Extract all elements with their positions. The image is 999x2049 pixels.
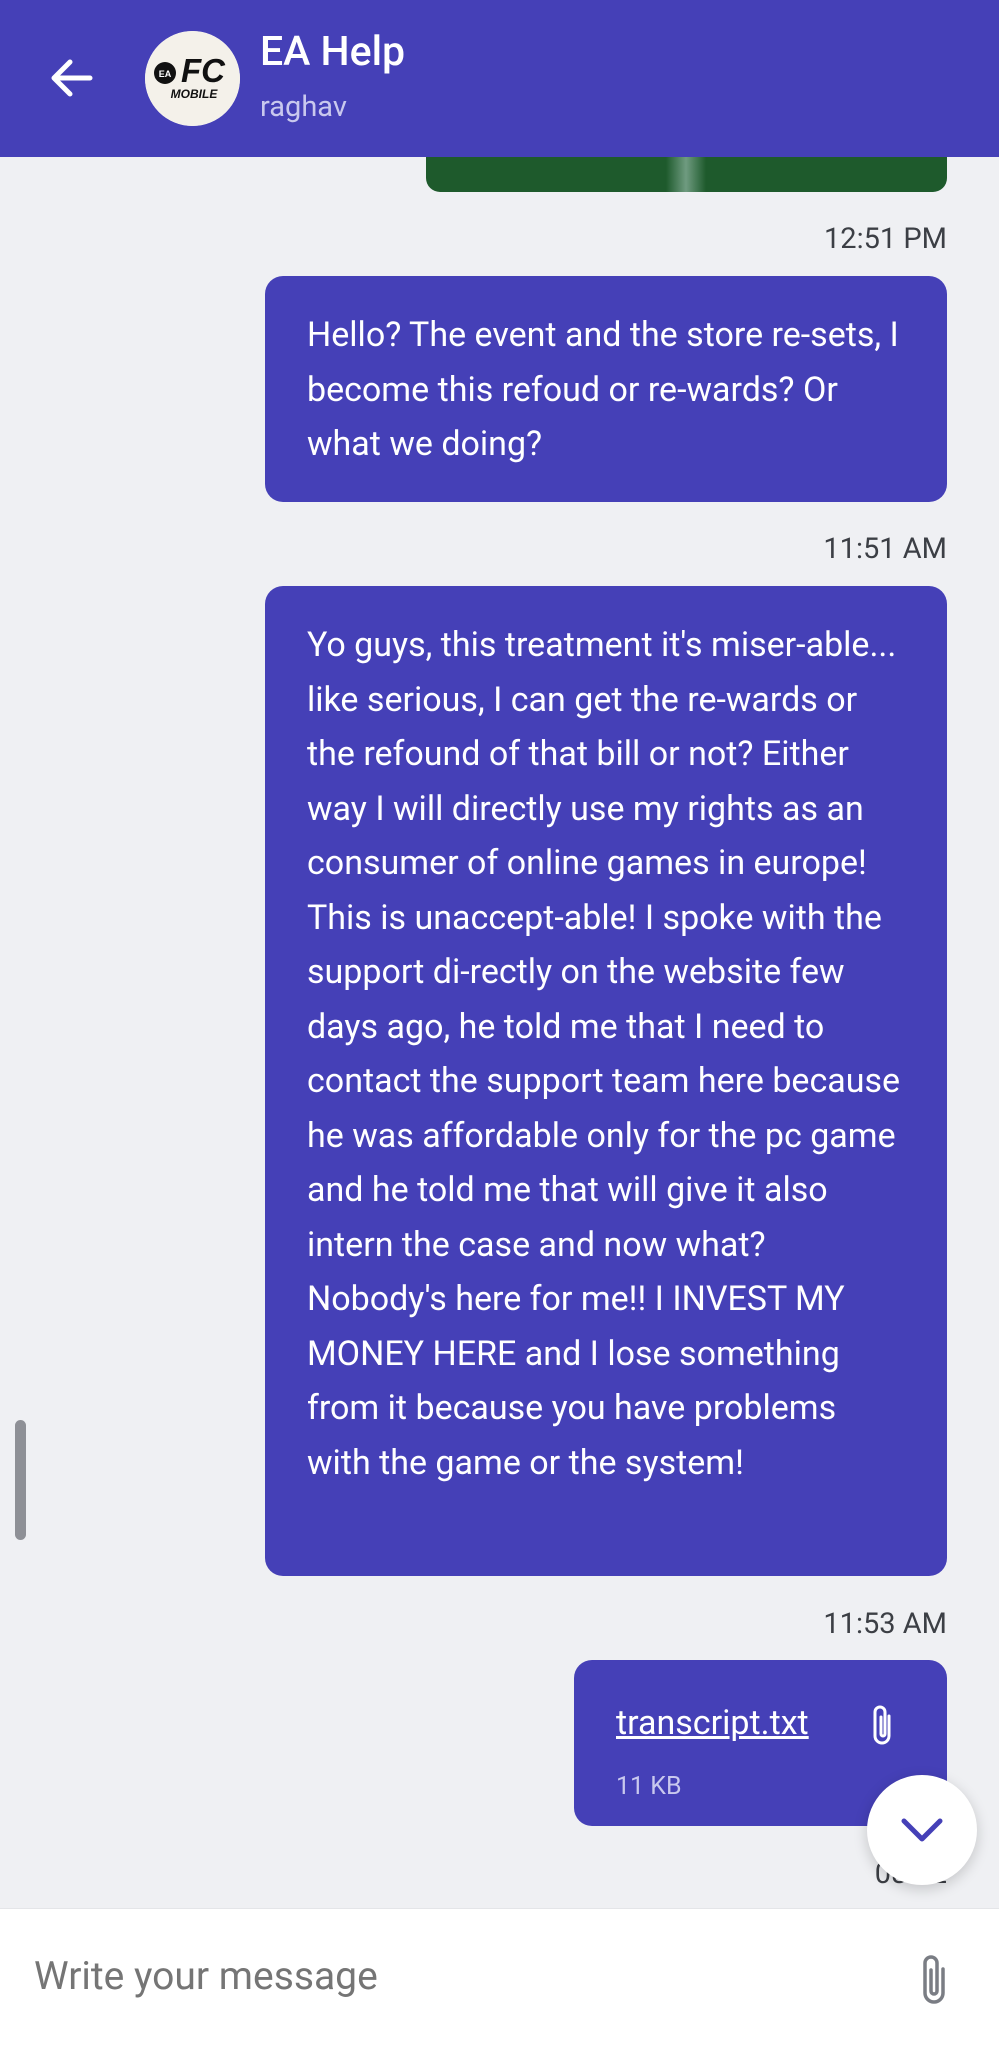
message-timestamp: 11:51 AM — [823, 532, 947, 566]
svg-text:FC: FC — [181, 52, 226, 89]
message-text: Hello? The event and the store re-sets, … — [307, 315, 899, 464]
chat-header: EA FC MOBILE EA Help raghav — [0, 0, 999, 157]
scrollbar-thumb[interactable] — [15, 1420, 26, 1540]
message-bubble: Yo guys, this treatment it's miser-able.… — [265, 586, 947, 1576]
svg-text:EA: EA — [159, 69, 172, 79]
scroll-to-bottom-button[interactable] — [867, 1775, 977, 1885]
fc-mobile-logo: EA FC MOBILE — [145, 31, 240, 126]
attach-file-button[interactable] — [913, 1951, 955, 2011]
attachment-file-name[interactable]: transcript.txt — [616, 1696, 809, 1751]
message-input[interactable] — [34, 1953, 834, 1999]
message-composer — [0, 1908, 999, 2049]
paperclip-icon — [923, 1955, 945, 2004]
message-text: Yo guys, this treatment it's miser-able.… — [307, 625, 901, 1483]
svg-text:MOBILE: MOBILE — [171, 87, 219, 101]
chat-subtitle: raghav — [260, 90, 347, 124]
attachment-file-size: 11 KB — [616, 1772, 682, 1801]
arrow-left-icon — [51, 59, 93, 97]
message-bubble: Hello? The event and the store re-sets, … — [265, 276, 947, 502]
message-timestamp: 11:53 AM — [823, 1607, 947, 1641]
back-button[interactable] — [44, 50, 100, 106]
message-timestamp: 12:51 PM — [823, 222, 947, 256]
paperclip-icon — [873, 1705, 891, 1745]
chat-title: EA Help — [260, 28, 406, 76]
avatar[interactable]: EA FC MOBILE — [145, 31, 240, 126]
chevron-down-icon — [901, 1818, 943, 1842]
